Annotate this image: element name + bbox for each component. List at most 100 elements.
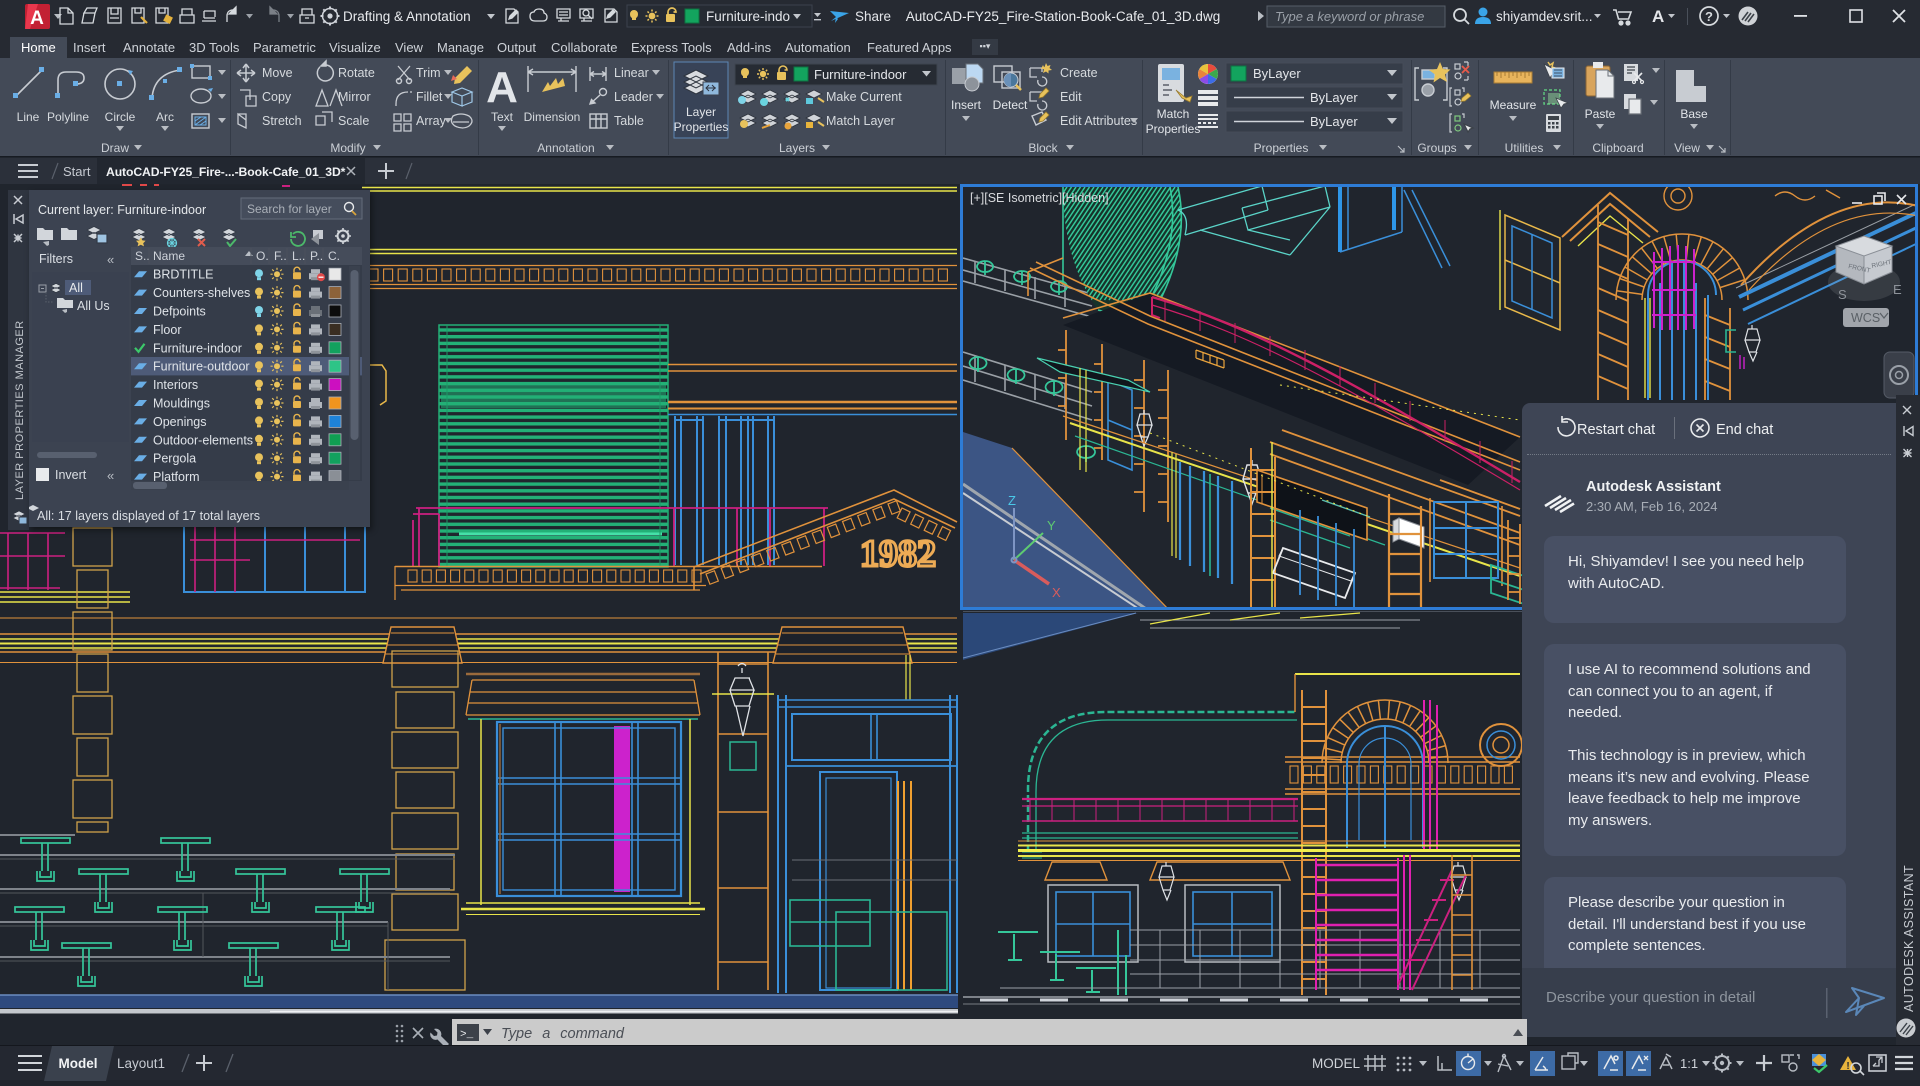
svg-text:Model: Model: [59, 1056, 98, 1071]
svg-text:Create: Create: [1060, 66, 1098, 80]
svg-text:[+][SE Isometric][Hidden]: [+][SE Isometric][Hidden]: [970, 191, 1109, 205]
svg-text:Share: Share: [855, 9, 891, 24]
svg-text:?: ?: [1705, 9, 1713, 24]
svg-text:Drafting & Annotation: Drafting & Annotation: [343, 9, 471, 24]
svg-text:Edit Attributes: Edit Attributes: [1060, 114, 1137, 128]
svg-text:Paste: Paste: [1585, 107, 1616, 121]
svg-text:Layer: Layer: [686, 105, 716, 119]
svg-text:Linear: Linear: [614, 66, 649, 80]
svg-text:Scale: Scale: [338, 114, 369, 128]
svg-text:Properties: Properties: [1146, 122, 1201, 136]
svg-text:Detect: Detect: [993, 98, 1028, 112]
svg-text:Block: Block: [1028, 141, 1058, 155]
svg-text:Insert: Insert: [951, 98, 982, 112]
svg-text:Current layer: Furniture-indoo: Current layer: Furniture-indoor: [38, 203, 206, 217]
svg-text:Filters: Filters: [39, 252, 73, 266]
svg-text:End chat: End chat: [1716, 422, 1773, 438]
svg-text:Dimension: Dimension: [524, 110, 581, 124]
svg-text:Utilities: Utilities: [1505, 141, 1544, 155]
svg-text:A: A: [486, 63, 518, 112]
svg-text:Table: Table: [614, 114, 644, 128]
svg-text:Defpoints: Defpoints: [153, 305, 206, 319]
svg-text:>_: >_: [460, 1029, 474, 1041]
svg-text:Z: Z: [1008, 493, 1016, 508]
svg-text:LAYER PROPERTIES MANAGER: LAYER PROPERTIES MANAGER: [14, 320, 26, 500]
svg-text:Openings: Openings: [153, 415, 207, 429]
svg-text:X: X: [1052, 585, 1061, 600]
svg-text:Polyline: Polyline: [47, 110, 89, 124]
svg-text:All: 17 layers displayed of 17: All: 17 layers displayed of 17 total lay…: [37, 509, 260, 523]
svg-text:AutoCAD-FY25_Fire-Station-Book: AutoCAD-FY25_Fire-Station-Book-Cafe_01_3…: [906, 9, 1220, 24]
svg-text:Modify: Modify: [330, 141, 365, 155]
svg-text:P..: P..: [310, 249, 323, 263]
svg-text:Furniture-outdoor: Furniture-outdoor: [153, 360, 250, 374]
svg-text:L..: L..: [292, 249, 305, 263]
svg-text:Mouldings: Mouldings: [153, 397, 210, 411]
svg-text:Furniture-indoor: Furniture-indoor: [814, 67, 907, 82]
svg-text:Base: Base: [1680, 107, 1708, 121]
svg-text:Measure: Measure: [1490, 98, 1537, 112]
svg-text:View: View: [1674, 141, 1700, 155]
svg-text:A: A: [30, 8, 44, 29]
svg-text:Text: Text: [491, 110, 514, 124]
svg-text:Match Layer: Match Layer: [826, 114, 895, 128]
svg-text:Edit: Edit: [1060, 90, 1082, 104]
svg-text:All: All: [69, 281, 83, 295]
svg-text:O.: O.: [256, 249, 269, 263]
svg-text:ByLayer: ByLayer: [1310, 90, 1358, 105]
svg-text:Furniture-indoor: Furniture-indoor: [153, 341, 242, 355]
svg-text:Start: Start: [63, 164, 91, 179]
svg-text:MODEL: MODEL: [1312, 1056, 1361, 1071]
svg-text:E: E: [1893, 282, 1902, 297]
svg-text:shiyamdev.srit...: shiyamdev.srit...: [1496, 9, 1593, 24]
svg-text:Stretch: Stretch: [262, 114, 302, 128]
svg-text:Layout1: Layout1: [117, 1056, 165, 1071]
svg-text:Groups: Groups: [1417, 141, 1456, 155]
svg-text:Circle: Circle: [105, 110, 136, 124]
svg-text:Restart chat: Restart chat: [1577, 422, 1655, 438]
svg-text:1:1: 1:1: [1680, 1056, 1698, 1071]
svg-text:«: «: [107, 468, 114, 483]
svg-text:Pergola: Pergola: [153, 452, 196, 466]
svg-text:Trim: Trim: [416, 66, 441, 80]
svg-text:Interiors: Interiors: [153, 378, 198, 392]
svg-text:Mirror: Mirror: [338, 90, 371, 104]
svg-text:Furniture-indo: Furniture-indo: [706, 9, 790, 24]
svg-text:F..: F..: [274, 249, 287, 263]
svg-text:AUTODESK ASSISTANT: AUTODESK ASSISTANT: [1902, 865, 1916, 1012]
svg-text:Array: Array: [416, 114, 447, 128]
svg-text:!: !: [1846, 1061, 1849, 1072]
svg-text:ByLayer: ByLayer: [1310, 114, 1358, 129]
svg-text:BRDTITLE: BRDTITLE: [153, 268, 213, 282]
svg-text:Make Current: Make Current: [826, 90, 902, 104]
svg-text:All Us: All Us: [77, 299, 110, 313]
svg-text:Search for layer: Search for layer: [247, 202, 332, 216]
svg-text:Properties: Properties: [674, 120, 729, 134]
svg-text:C.: C.: [328, 249, 340, 263]
svg-text:Draw: Draw: [101, 141, 129, 155]
svg-text:Layers: Layers: [779, 141, 815, 155]
svg-text:Invert: Invert: [55, 468, 87, 482]
svg-text:Rotate: Rotate: [338, 66, 375, 80]
svg-text:Fillet: Fillet: [416, 90, 443, 104]
svg-text:WCS: WCS: [1851, 311, 1880, 325]
svg-text:A: A: [1652, 7, 1664, 26]
svg-text:Name: Name: [153, 249, 185, 263]
svg-text:Line: Line: [17, 110, 40, 124]
svg-text:Leader: Leader: [614, 90, 653, 104]
svg-text:Outdoor-elements: Outdoor-elements: [153, 433, 253, 447]
svg-text:Type a command: Type a command: [501, 1026, 625, 1042]
svg-text:S: S: [1838, 287, 1847, 302]
svg-text:«: «: [107, 252, 114, 267]
svg-text:Clipboard: Clipboard: [1592, 141, 1643, 155]
svg-text:Type a keyword or phrase: Type a keyword or phrase: [1275, 9, 1424, 24]
svg-text:Counters-shelves: Counters-shelves: [153, 286, 250, 300]
svg-text:Arc: Arc: [156, 110, 174, 124]
svg-text:Move: Move: [262, 66, 293, 80]
svg-text:Match: Match: [1157, 107, 1190, 121]
svg-text:Properties: Properties: [1254, 141, 1309, 155]
svg-text:Copy: Copy: [262, 90, 292, 104]
svg-text:1982: 1982: [860, 533, 936, 575]
svg-text:ByLayer: ByLayer: [1253, 66, 1301, 81]
svg-text:S..: S..: [135, 249, 150, 263]
